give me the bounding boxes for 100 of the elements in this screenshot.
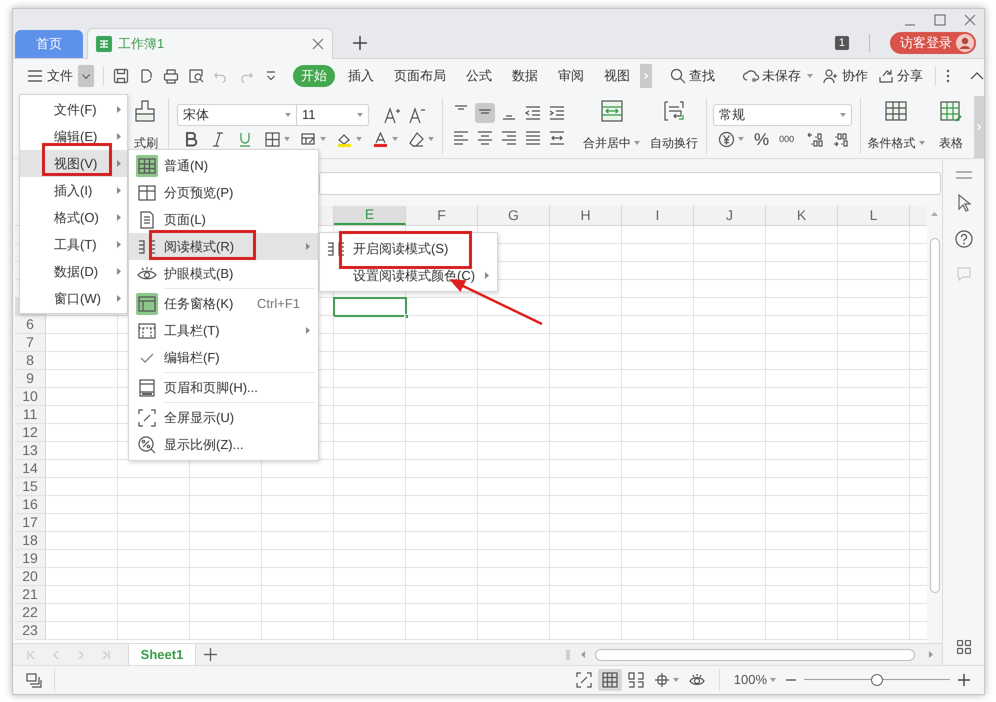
column-header[interactable]: H: [550, 206, 622, 225]
share-button[interactable]: 分享: [878, 66, 923, 86]
menu-item[interactable]: 开启阅读模式(S): [320, 235, 497, 262]
row-header[interactable]: 11: [15, 406, 46, 423]
caret-icon[interactable]: [320, 137, 326, 141]
column-header[interactable]: G: [478, 206, 550, 225]
merge-center-button[interactable]: 合并居中: [583, 93, 640, 158]
row-header[interactable]: 15: [15, 478, 46, 495]
caret-icon[interactable]: [672, 678, 679, 682]
row-header[interactable]: 17: [15, 514, 46, 531]
login-button[interactable]: 访客登录: [890, 32, 976, 54]
row-header[interactable]: 18: [15, 532, 46, 549]
zoom-in-icon[interactable]: [958, 674, 970, 686]
caret-icon[interactable]: [428, 137, 434, 141]
selected-cell[interactable]: [333, 297, 407, 317]
caret-icon[interactable]: [357, 112, 363, 116]
increase-font-icon[interactable]: [383, 106, 401, 124]
save-icon[interactable]: [113, 68, 129, 84]
ribbon-tab[interactable]: 插入: [338, 65, 384, 87]
collab-button[interactable]: 协作: [823, 66, 868, 86]
cell-style-button[interactable]: [300, 130, 326, 148]
ribbon-tab[interactable]: 审阅: [548, 65, 594, 87]
row-header[interactable]: 23: [15, 622, 46, 639]
cloud-button[interactable]: 未保存: [743, 66, 813, 86]
close-icon[interactable]: [312, 38, 324, 50]
add-sheet-icon[interactable]: [204, 648, 217, 661]
column-header[interactable]: K: [766, 206, 838, 225]
decrease-decimal-icon[interactable]: [832, 131, 850, 147]
menu-item[interactable]: 显示比例(Z)...: [129, 431, 318, 458]
close-icon[interactable]: [964, 14, 976, 26]
caret-icon[interactable]: [770, 678, 776, 682]
file-menu-button[interactable]: 文件: [28, 66, 73, 86]
menu-item[interactable]: 工具(T): [20, 231, 127, 258]
menu-item[interactable]: 数据(D): [20, 258, 127, 285]
row-header[interactable]: 12: [15, 424, 46, 441]
row-header[interactable]: 16: [15, 496, 46, 513]
currency-button[interactable]: [718, 130, 744, 148]
percent-button[interactable]: %: [754, 130, 770, 148]
column-header[interactable]: J: [694, 206, 766, 225]
collapse-icon[interactable]: [970, 72, 984, 80]
caret-icon[interactable]: [285, 112, 291, 116]
row-header[interactable]: 20: [15, 568, 46, 585]
font-name-field[interactable]: 宋体: [177, 104, 297, 126]
help-icon[interactable]: [954, 230, 973, 248]
increase-decimal-icon[interactable]: [806, 131, 824, 147]
caret-icon[interactable]: [918, 141, 924, 145]
search-button[interactable]: 查找: [670, 66, 715, 86]
menu-item[interactable]: 编辑栏(F): [129, 344, 318, 371]
column-header[interactable]: F: [406, 206, 478, 225]
caret-icon[interactable]: [807, 74, 813, 78]
scrollbar-thumb[interactable]: [595, 648, 916, 660]
apps-icon[interactable]: [956, 640, 971, 654]
conditional-format-button[interactable]: 条件格式: [863, 93, 929, 158]
normal-view-button[interactable]: [598, 669, 622, 691]
menu-item[interactable]: 全屏显示(U): [129, 404, 318, 431]
borders-button[interactable]: [264, 130, 290, 148]
ribbon-tab[interactable]: 数据: [502, 65, 548, 87]
more-icon[interactable]: [946, 69, 950, 83]
menu-item[interactable]: 格式(O): [20, 204, 127, 231]
formula-field[interactable]: [319, 172, 941, 195]
row-header[interactable]: 6: [15, 316, 46, 333]
caret-icon[interactable]: [840, 112, 846, 116]
row-header[interactable]: 13: [15, 442, 46, 459]
decrease-font-icon[interactable]: [408, 106, 426, 124]
align-middle-icon[interactable]: [475, 103, 495, 123]
caret-icon[interactable]: [356, 137, 362, 141]
pointer-icon[interactable]: [956, 194, 971, 212]
font-color-button[interactable]: [372, 130, 398, 148]
caret-icon[interactable]: [392, 137, 398, 141]
menu-item[interactable]: 工具栏(T): [129, 317, 318, 344]
row-header[interactable]: 10: [15, 388, 46, 405]
number-format-field[interactable]: 常规: [713, 104, 852, 126]
bold-button[interactable]: [183, 130, 200, 148]
ribbon-tab[interactable]: 页面布局: [384, 65, 456, 87]
menu-item[interactable]: 任务窗格(K) Ctrl+F1: [129, 290, 318, 317]
print-icon[interactable]: [163, 68, 179, 84]
wrap-text-button[interactable]: 自动换行: [650, 93, 698, 158]
slider-thumb[interactable]: [871, 674, 883, 686]
dropdown-button[interactable]: [78, 65, 94, 87]
eraser-button[interactable]: [408, 130, 434, 148]
ribbon-tab[interactable]: 视图: [594, 65, 640, 87]
sheet-tab[interactable]: Sheet1: [128, 644, 196, 666]
menu-item[interactable]: 插入(I): [20, 177, 127, 204]
menu-item[interactable]: 窗口(W): [20, 285, 127, 312]
row-header[interactable]: 19: [15, 550, 46, 567]
menu-item[interactable]: 页眉和页脚(H)...: [129, 374, 318, 401]
thousands-separator-button[interactable]: 000: [779, 134, 794, 144]
fill-handle[interactable]: [404, 314, 409, 319]
menu-item[interactable]: 护眼模式(B): [129, 260, 318, 287]
font-size-field[interactable]: 11: [297, 104, 369, 126]
row-header[interactable]: 22: [15, 604, 46, 621]
menu-item[interactable]: 页面(L): [129, 206, 318, 233]
row-header[interactable]: 14: [15, 460, 46, 477]
zoom-slider[interactable]: [804, 674, 950, 686]
caret-icon[interactable]: [738, 137, 744, 141]
split-handle-icon[interactable]: [566, 650, 570, 660]
column-header[interactable]: L: [838, 206, 910, 225]
window-count-badge[interactable]: 1: [834, 36, 849, 50]
scrollbar-thumb[interactable]: [930, 238, 940, 593]
plus-icon[interactable]: [353, 36, 367, 50]
